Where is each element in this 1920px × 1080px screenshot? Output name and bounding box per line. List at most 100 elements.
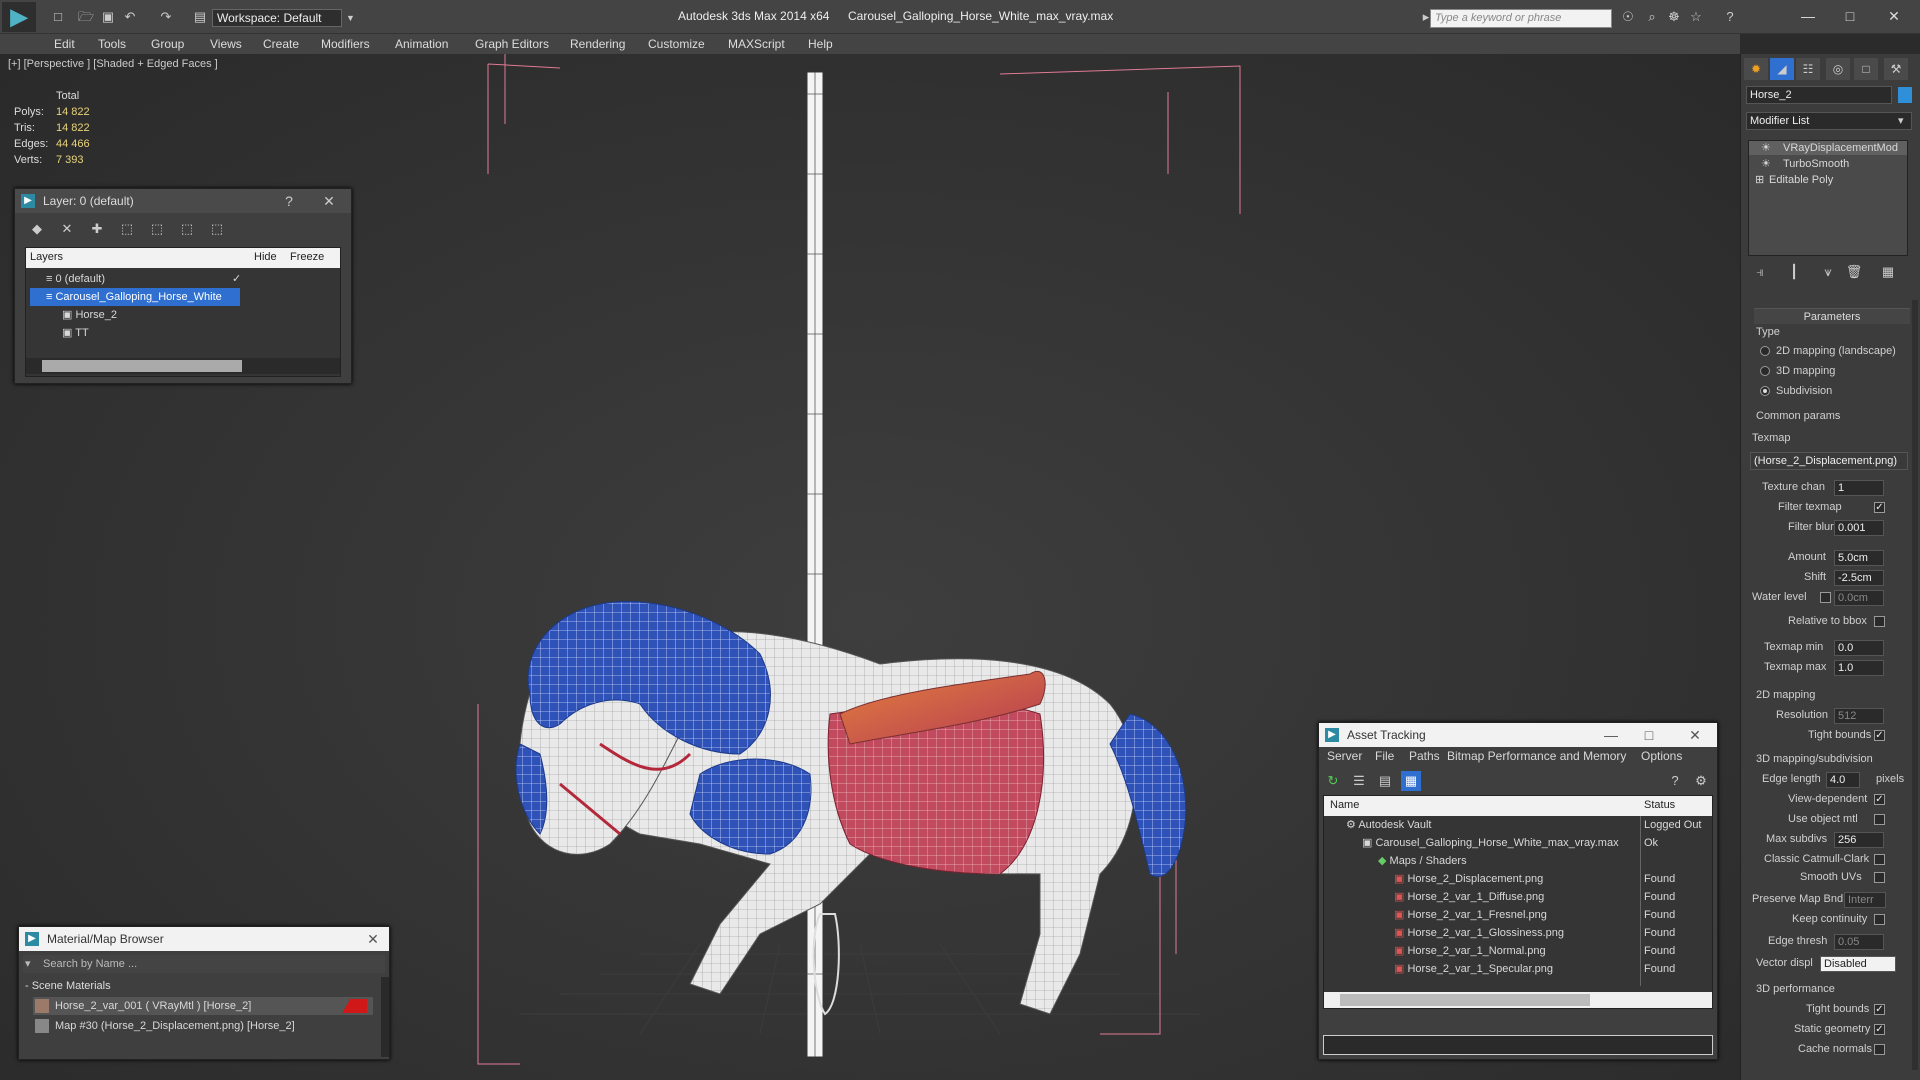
new-file-icon[interactable]: □ (50, 10, 66, 24)
search-input[interactable]: Type a keyword or phrase (1430, 9, 1612, 28)
menu-file[interactable]: File (1375, 749, 1394, 763)
edge-length-spinner[interactable]: 4.0 (1826, 772, 1860, 788)
freeze-all-icon[interactable]: ⬚ (207, 219, 227, 239)
water-level-spinner[interactable]: 0.0cm (1834, 590, 1884, 606)
hide-column-header[interactable]: Hide (254, 248, 277, 266)
shift-spinner[interactable]: -2.5cm (1834, 570, 1884, 586)
menu-graph-editors[interactable]: Graph Editors (475, 37, 549, 51)
material-item[interactable]: Horse_2_var_001 ( VRayMtl ) [Horse_2] (33, 997, 373, 1015)
view-dependent-checkbox[interactable]: ✓ (1874, 794, 1885, 805)
scrollbar-thumb[interactable] (42, 360, 242, 372)
menu-create[interactable]: Create (263, 37, 299, 51)
menu-paths[interactable]: Paths (1409, 749, 1440, 763)
close-icon[interactable]: ✕ (1874, 4, 1914, 28)
stack-item-editable-poly[interactable]: Editable Poly (1749, 173, 1907, 187)
project-folder-icon[interactable]: ▤ (192, 10, 208, 24)
asset-row[interactable]: ▣ Horse_2_var_1_Normal.png (1394, 942, 1546, 960)
select-objects-icon[interactable]: ⬚ (117, 219, 137, 239)
remove-modifier-icon[interactable]: 🗑 (1844, 262, 1864, 282)
parameters-rollout[interactable]: Parameters (1754, 308, 1910, 324)
workspace-dropdown[interactable]: Workspace: Default (212, 9, 342, 27)
scene-materials-group[interactable]: - Scene Materials (25, 977, 111, 995)
help-icon[interactable]: ? (277, 189, 301, 213)
refresh-icon[interactable]: ↻ (1323, 771, 1343, 791)
asset-row[interactable]: ▣ Horse_2_var_1_Specular.png (1394, 960, 1553, 978)
close-icon[interactable]: ✕ (317, 189, 341, 213)
hierarchy-tab-icon[interactable]: ☷ (1796, 58, 1820, 80)
asset-row[interactable]: ▣ Horse_2_Displacement.png (1394, 870, 1543, 888)
object-row[interactable]: ▣ Horse_2 (62, 306, 117, 324)
favorite-star-icon[interactable]: ☆ (1688, 10, 1704, 24)
object-color-swatch[interactable] (1898, 87, 1912, 103)
relative-bbox-checkbox[interactable] (1874, 616, 1885, 627)
asset-row[interactable]: ▣ Horse_2_var_1_Glossiness.png (1394, 924, 1564, 942)
filter-blur-spinner[interactable]: 0.001 (1834, 520, 1884, 536)
vector-displ-dropdown[interactable]: Disabled (1820, 956, 1896, 972)
save-icon[interactable]: ▣ (100, 10, 116, 24)
binoculars-icon[interactable]: ☉ (1620, 10, 1636, 24)
minimize-icon[interactable]: — (1599, 723, 1623, 747)
material-browser-titlebar[interactable]: ▶ Material/Map Browser ✕ (19, 927, 389, 951)
layer-manager-window[interactable]: ▶ Layer: 0 (default) ? ✕ ◆ ✕ ✚ ⬚ ⬚ ⬚ ⬚ L… (14, 188, 352, 384)
radio-3d-mapping[interactable] (1760, 366, 1770, 376)
table-view-icon[interactable]: ▦ (1401, 771, 1421, 791)
list-view-icon[interactable]: ☰ (1349, 771, 1369, 791)
menu-bitmap-performance[interactable]: Bitmap Performance and Memory (1447, 749, 1626, 763)
layer-row[interactable]: ≡ 0 (default) (46, 270, 226, 288)
maximize-icon[interactable]: □ (1830, 4, 1870, 28)
texture-chan-spinner[interactable]: 1 (1834, 480, 1884, 496)
asset-row[interactable]: ⚙ Autodesk Vault (1346, 816, 1432, 834)
make-unique-icon[interactable]: ⩛ (1818, 262, 1838, 282)
asset-row[interactable]: ▣ Carousel_Galloping_Horse_White_max_vra… (1362, 834, 1619, 852)
settings-icon[interactable]: ⚙ (1691, 771, 1711, 791)
radio-2d-mapping-label[interactable]: 2D mapping (landscape) (1776, 345, 1896, 357)
radio-2d-mapping[interactable] (1760, 346, 1770, 356)
menu-edit[interactable]: Edit (54, 37, 75, 51)
motion-tab-icon[interactable]: ◎ (1826, 58, 1850, 80)
chevron-down-icon[interactable]: ▼ (346, 9, 358, 27)
maximize-icon[interactable]: □ (1637, 723, 1661, 747)
stack-item-turbosmooth[interactable]: TurboSmooth (1749, 157, 1907, 171)
asset-row[interactable]: ▣ Horse_2_var_1_Diffuse.png (1394, 888, 1544, 906)
vertical-scrollbar[interactable] (381, 977, 389, 1057)
water-level-checkbox[interactable] (1820, 592, 1831, 603)
asset-tracking-window[interactable]: ▶ Asset Tracking — □ ✕ Server File Paths… (1318, 722, 1718, 1060)
asset-tracking-titlebar[interactable]: ▶ Asset Tracking — □ ✕ (1319, 723, 1717, 747)
perf-tight-bounds-checkbox[interactable]: ✓ (1874, 1004, 1885, 1015)
undo-icon[interactable]: ↶ (122, 10, 138, 24)
menu-group[interactable]: Group (151, 37, 184, 51)
max-subdivs-spinner[interactable]: 256 (1834, 832, 1884, 848)
asset-row[interactable]: ◆ Maps / Shaders (1378, 852, 1467, 870)
hide-all-icon[interactable]: ⬚ (177, 219, 197, 239)
configure-sets-icon[interactable]: ▦ (1878, 262, 1898, 282)
highlight-layer-icon[interactable]: ⬚ (147, 219, 167, 239)
minimize-icon[interactable]: — (1788, 4, 1828, 28)
filter-dropdown-icon[interactable]: ▾ (25, 955, 31, 973)
menu-views[interactable]: Views (210, 37, 242, 51)
app-logo-icon[interactable]: ▶ (2, 2, 36, 32)
tree-view-icon[interactable]: ▤ (1375, 771, 1395, 791)
menu-tools[interactable]: Tools (98, 37, 126, 51)
map-item[interactable]: Map #30 (Horse_2_Displacement.png) [Hors… (33, 1017, 373, 1035)
search-icon[interactable]: ⌕ (1644, 10, 1660, 24)
close-icon[interactable]: ✕ (1683, 723, 1707, 747)
texmap-button[interactable]: (Horse_2_Displacement.png) (1750, 452, 1908, 470)
edge-thresh-spinner[interactable]: 0.05 (1834, 934, 1884, 950)
utilities-tab-icon[interactable]: ⚒ (1884, 58, 1908, 80)
command-panel-scrollbar[interactable] (1912, 300, 1918, 1070)
layer-window-titlebar[interactable]: ▶ Layer: 0 (default) ? ✕ (15, 189, 351, 213)
freeze-column-header[interactable]: Freeze (290, 248, 324, 266)
menu-rendering[interactable]: Rendering (570, 37, 625, 51)
stack-item-vraydisplacement[interactable]: VRayDisplacementMod (1749, 141, 1907, 155)
scrollbar-thumb[interactable] (1340, 994, 1590, 1006)
radio-subdivision-label[interactable]: Subdivision (1776, 385, 1832, 397)
help-icon[interactable]: ? (1722, 10, 1738, 24)
menu-modifiers[interactable]: Modifiers (321, 37, 370, 51)
menu-server[interactable]: Server (1327, 749, 1362, 763)
lightbulb-icon[interactable]: ☀ (1761, 141, 1771, 155)
texmap-max-spinner[interactable]: 1.0 (1834, 660, 1884, 676)
menu-animation[interactable]: Animation (395, 37, 448, 51)
redo-icon[interactable]: ↷ (158, 10, 174, 24)
menu-maxscript[interactable]: MAXScript (728, 37, 785, 51)
current-layer-check-icon[interactable]: ✓ (232, 270, 241, 288)
